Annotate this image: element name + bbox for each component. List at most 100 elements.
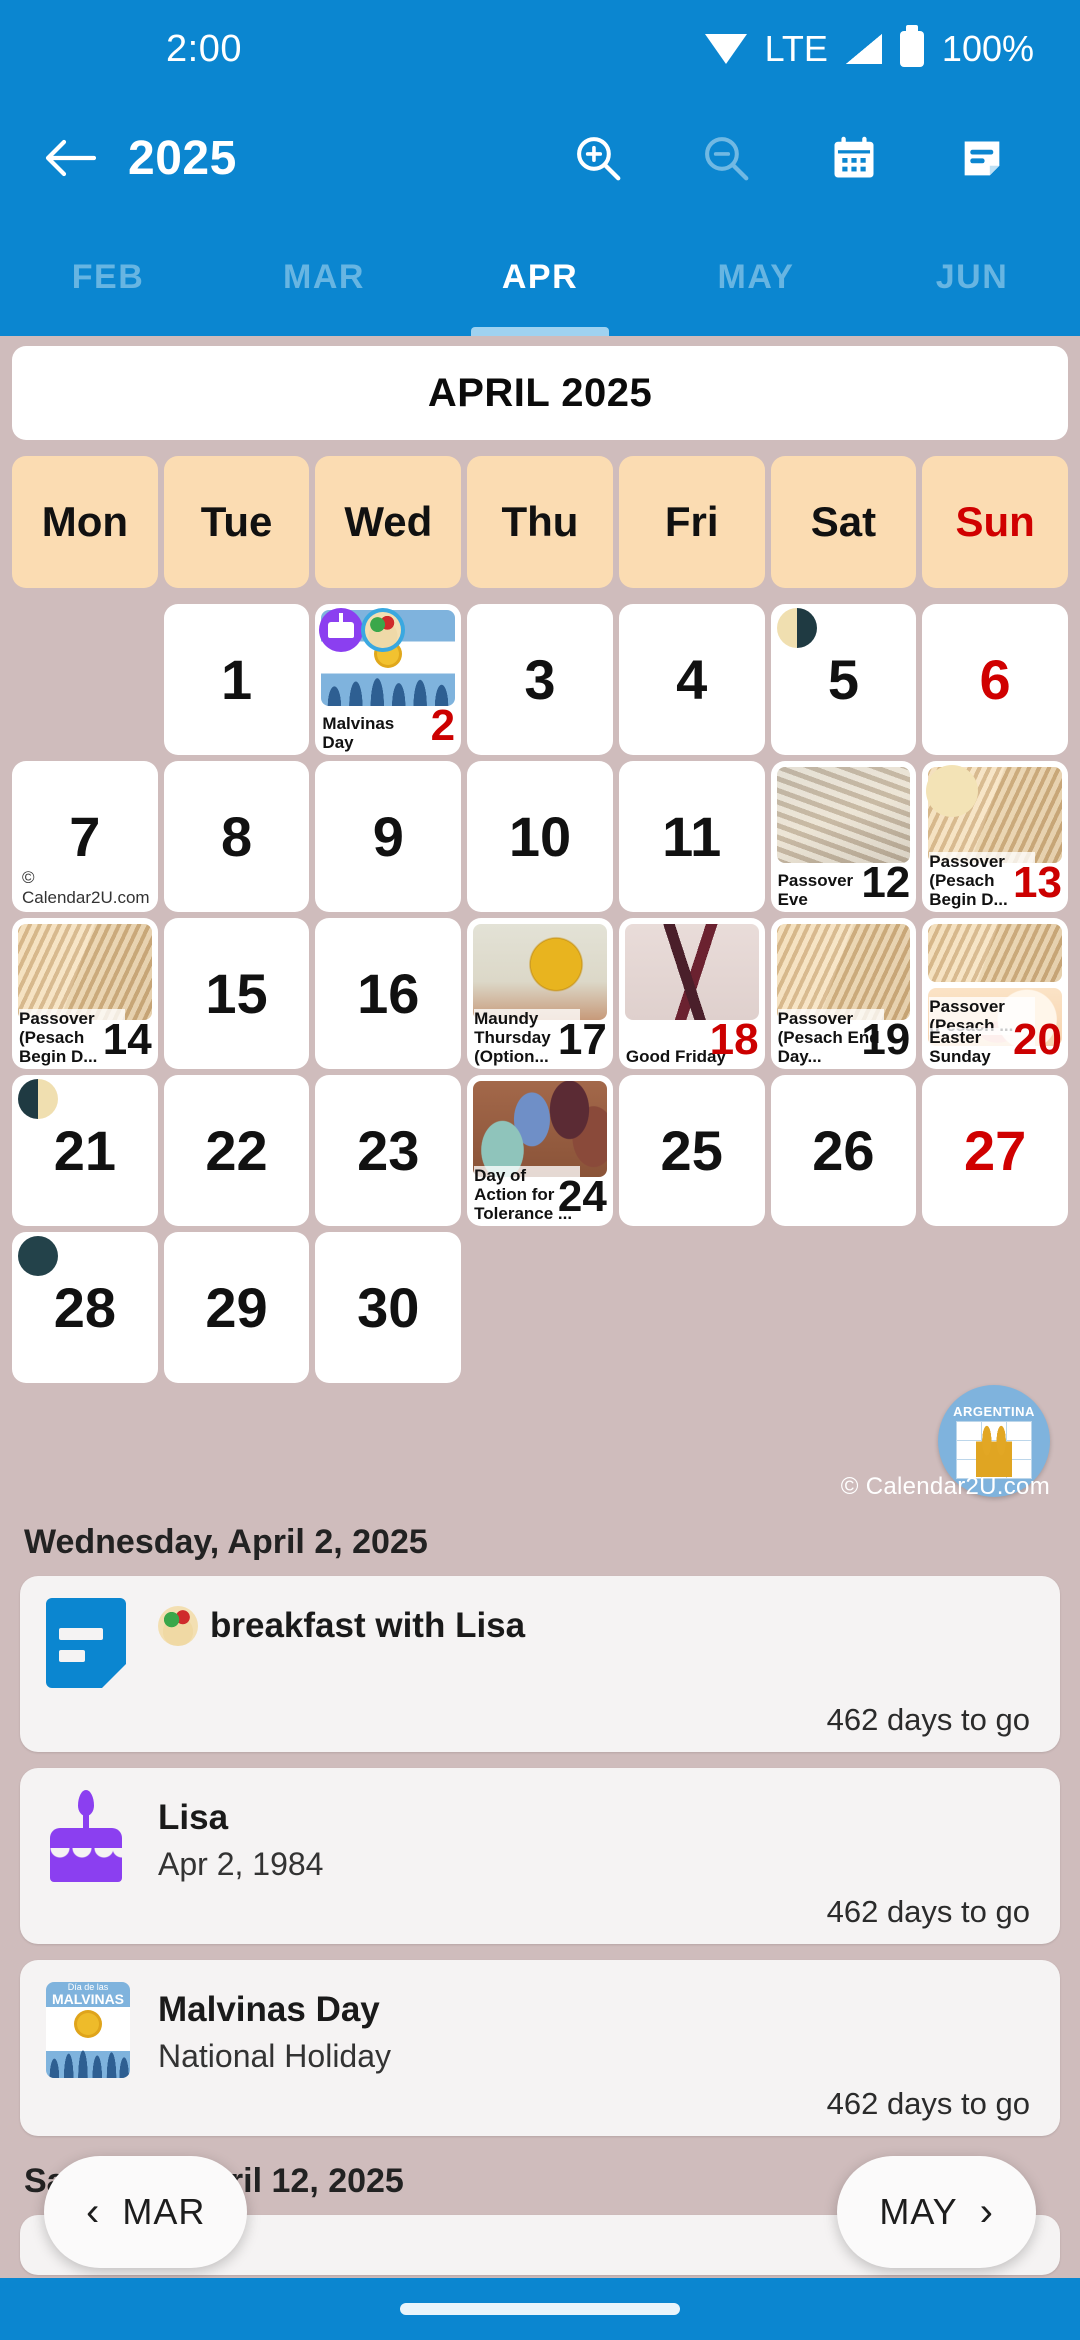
day-number: 27: [963, 1119, 1027, 1182]
chevron-left-icon: ‹: [86, 2189, 101, 2234]
month-title[interactable]: APRIL 2025: [12, 346, 1068, 440]
food-icon: [158, 1606, 198, 1646]
tab-feb[interactable]: FEB: [0, 218, 216, 336]
day-cell-8[interactable]: 8: [163, 761, 310, 912]
day-number: 11: [662, 805, 722, 868]
weekday-sat: Sat: [770, 456, 917, 588]
day-cell-6[interactable]: 6: [922, 604, 1068, 755]
weekday-fri: Fri: [618, 456, 765, 588]
battery-label: 100%: [941, 28, 1034, 69]
day-cell-27[interactable]: 27: [922, 1075, 1068, 1226]
moon-phase-icon: [18, 1236, 58, 1276]
prev-month-button[interactable]: ‹ MAR: [44, 2156, 248, 2268]
event-countdown: 462 days to go: [826, 2086, 1030, 2121]
day-cell-19[interactable]: Passover (Pesach End Day... 19: [770, 918, 917, 1069]
weekday-thu: Thu: [467, 456, 613, 588]
event-countdown: 462 days to go: [826, 1894, 1030, 1929]
home-indicator[interactable]: [400, 2303, 680, 2315]
day-number: 30: [357, 1276, 420, 1339]
day-cell-29[interactable]: 29: [163, 1232, 310, 1383]
day-cell-18[interactable]: Good Friday 18: [618, 918, 765, 1069]
day-cell-15[interactable]: 15: [163, 918, 310, 1069]
day-cell-empty: [771, 1232, 917, 1383]
day-cell-5[interactable]: 5: [770, 604, 917, 755]
back-arrow-icon[interactable]: [34, 122, 106, 194]
day-cell-30[interactable]: 30: [315, 1232, 462, 1383]
day-cell-9[interactable]: 9: [315, 761, 462, 912]
event-card-malvinas-day[interactable]: Día de las MALVINAS Malvinas Day National…: [20, 1960, 1060, 2136]
day-cell-24[interactable]: Day of Action for Tolerance ... 24: [467, 1075, 613, 1226]
event-card-breakfast[interactable]: breakfast with Lisa 462 days to go: [20, 1576, 1060, 1752]
day-cell-17[interactable]: Maundy Thursday (Option... 17: [467, 918, 613, 1069]
day-cell-28[interactable]: 28: [12, 1232, 158, 1383]
day-number: 26: [812, 1119, 875, 1182]
day-cell-23[interactable]: 23: [315, 1075, 462, 1226]
event-title: Malvinas Day: [158, 1990, 380, 2029]
day-cell-10[interactable]: 10: [467, 761, 613, 912]
day-cell-7[interactable]: © Calendar2U.com 7: [12, 761, 158, 912]
day-number: 4: [676, 648, 708, 711]
day-cell-2[interactable]: Malvinas Day 2: [315, 604, 462, 755]
zoom-out-icon[interactable]: [662, 110, 790, 206]
event-card-lisa-birthday[interactable]: Lisa Apr 2, 1984 462 days to go: [20, 1768, 1060, 1944]
calendar-panel: APRIL 2025 Mon Tue Wed Thu Fri Sat Sun 1…: [0, 336, 1080, 1505]
day-cell-13[interactable]: Passover (Pesach Begin D... 13: [922, 761, 1068, 912]
event-date-heading: Wednesday, April 2, 2025: [24, 1523, 428, 1561]
day-number: 17: [557, 1015, 607, 1064]
chevron-right-icon: ›: [979, 2189, 994, 2234]
day-number: 25: [660, 1119, 723, 1182]
status-bar: 2:00 LTE 100%: [0, 0, 1080, 98]
day-cell-14[interactable]: Passover (Pesach Begin D... 14: [12, 918, 158, 1069]
weekday-sun: Sun: [922, 456, 1068, 588]
day-number: 7: [69, 805, 101, 868]
day-number: 8: [220, 805, 253, 868]
next-month-label: MAY: [879, 2191, 958, 2232]
day-event-thumbnail: [928, 924, 1062, 982]
day-cell-26[interactable]: 26: [770, 1075, 917, 1226]
calendar-icon[interactable]: [790, 110, 918, 206]
day-cell-16[interactable]: 16: [315, 918, 462, 1069]
day-cell-empty: [619, 1232, 765, 1383]
event-title: breakfast with Lisa: [158, 1606, 1034, 1646]
day-cell-25[interactable]: 25: [618, 1075, 765, 1226]
day-cell-empty: [467, 1232, 613, 1383]
next-month-button[interactable]: MAY ›: [837, 2156, 1036, 2268]
day-cell-1[interactable]: 1: [163, 604, 310, 755]
event-countdown: 462 days to go: [826, 1702, 1030, 1737]
prev-month-label: MAR: [122, 2191, 206, 2232]
moon-phase-icon: [18, 1079, 58, 1119]
day-number: 14: [102, 1015, 152, 1064]
cake-icon: [46, 1790, 132, 1882]
month-tab-strip: FEB MAR APR MAY JUN: [0, 218, 1080, 336]
day-event-thumbnail: [776, 767, 911, 863]
tab-apr[interactable]: APR: [432, 218, 648, 336]
day-cell-3[interactable]: 3: [467, 604, 613, 755]
argentina-flag-icon: Día de las MALVINAS: [46, 1982, 132, 2078]
country-badge-label: ARGENTINA: [953, 1403, 1035, 1419]
day-event-thumbnail: [473, 924, 607, 1020]
wifi-icon: [704, 34, 747, 64]
event-title-text: breakfast with Lisa: [210, 1606, 526, 1645]
day-cell-empty: [922, 1232, 1068, 1383]
day-number: 29: [205, 1276, 268, 1339]
tab-jun[interactable]: JUN: [864, 218, 1080, 336]
notes-icon[interactable]: [918, 110, 1046, 206]
day-number: 2: [430, 701, 456, 750]
day-number: 13: [1013, 858, 1062, 907]
day-cell-21[interactable]: 21: [12, 1075, 158, 1226]
tab-may[interactable]: MAY: [648, 218, 864, 336]
day-event-thumbnail: [776, 924, 911, 1020]
day-cell-11[interactable]: 11: [618, 761, 765, 912]
day-event-thumbnail: [473, 1081, 607, 1177]
day-cell-20[interactable]: Passover (Pesach ... Easter Sunday 20: [922, 918, 1068, 1069]
day-cell-22[interactable]: 22: [163, 1075, 310, 1226]
zoom-in-icon[interactable]: [534, 110, 662, 206]
day-event-thumbnail: [18, 924, 152, 1020]
day-number: 19: [861, 1015, 911, 1064]
day-cell-4[interactable]: 4: [618, 604, 765, 755]
moon-phase-icon: [776, 608, 817, 648]
tab-mar[interactable]: MAR: [216, 218, 432, 336]
day-cell-12[interactable]: Passover Eve 12: [770, 761, 917, 912]
event-subtitle: National Holiday: [158, 2038, 392, 2074]
day-number: 6: [979, 648, 1011, 711]
